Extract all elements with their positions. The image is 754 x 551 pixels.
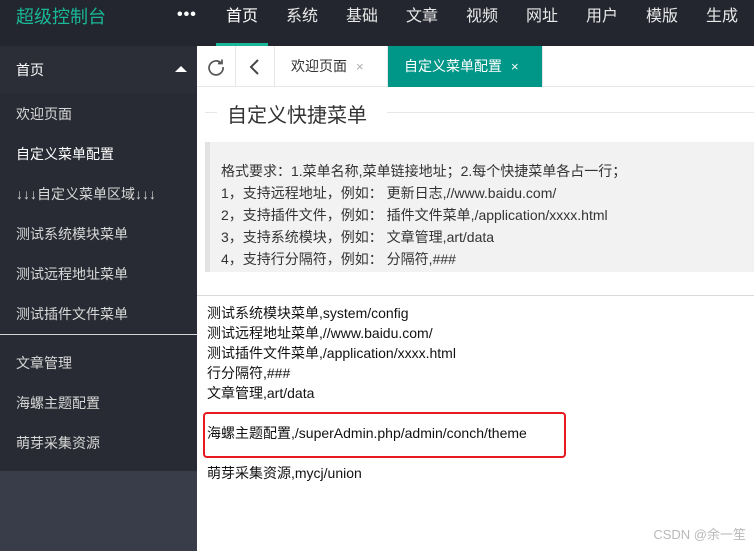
sidebar-item-test-remote[interactable]: 测试远程地址菜单 xyxy=(0,254,197,294)
top-nav: 首页 系统 基础 文章 视频 网址 用户 模版 生成 xyxy=(212,0,752,46)
title-divider-right xyxy=(387,112,754,113)
sidebar-item-mycj[interactable]: 萌芽采集资源 xyxy=(0,423,197,463)
sidebar-item-conch-theme[interactable]: 海螺主题配置 xyxy=(0,383,197,423)
top-nav-item-video[interactable]: 视频 xyxy=(452,0,512,46)
sidebar-header[interactable]: 首页 xyxy=(0,46,197,94)
tab-welcome-label: 欢迎页面 xyxy=(291,58,347,74)
chevron-left-icon xyxy=(249,58,259,75)
sidebar-item-custom-area[interactable]: ↓↓↓自定义菜单区域↓↓↓ xyxy=(0,174,197,214)
editor-line: 测试系统模块菜单,system/config xyxy=(207,305,409,321)
back-button[interactable] xyxy=(236,46,275,87)
top-nav-item-generate[interactable]: 生成 xyxy=(692,0,752,46)
help-line: 4，支持行分隔符，例如： 分隔符,### xyxy=(221,251,456,267)
sidebar-group-custom: 文章管理 海螺主题配置 萌芽采集资源 xyxy=(0,335,197,471)
top-bar: 超级控制台 ••• 首页 系统 基础 文章 视频 网址 用户 模版 生成 xyxy=(0,0,754,46)
sidebar-divider xyxy=(0,334,197,335)
more-icon[interactable]: ••• xyxy=(177,6,197,24)
tab-welcome[interactable]: 欢迎页面 × xyxy=(275,46,388,87)
top-nav-item-home[interactable]: 首页 xyxy=(212,0,272,46)
editor-line: 测试插件文件菜单,/application/xxxx.html xyxy=(207,345,456,361)
editor-line: 行分隔符,### xyxy=(207,365,291,381)
watermark: CSDN @余一笙 xyxy=(653,527,746,542)
sidebar-header-label: 首页 xyxy=(16,62,44,78)
caret-up-icon xyxy=(175,66,187,72)
sidebar-item-article-manage[interactable]: 文章管理 xyxy=(0,343,197,383)
top-nav-item-basic[interactable]: 基础 xyxy=(332,0,392,46)
tabs-bar: 欢迎页面 × 自定义菜单配置 × xyxy=(197,46,754,87)
top-nav-item-article[interactable]: 文章 xyxy=(392,0,452,46)
editor-line: 文章管理,art/data xyxy=(207,385,315,401)
editor-line: 测试远程地址菜单,//www.baidu.com/ xyxy=(207,325,433,341)
top-nav-item-url[interactable]: 网址 xyxy=(512,0,572,46)
page-title: 自定义快捷菜单 xyxy=(227,105,367,127)
editor-line: 萌芽采集资源,mycj/union xyxy=(207,465,362,481)
help-line: 3，支持系统模块，例如： 文章管理,art/data xyxy=(221,229,495,245)
top-nav-item-template[interactable]: 模版 xyxy=(632,0,692,46)
format-help-box: 格式要求：1.菜单名称,菜单链接地址；2.每个快捷菜单各占一行； 1，支持远程地… xyxy=(205,142,754,272)
tab-custom-menu[interactable]: 自定义菜单配置 × xyxy=(388,46,543,87)
title-divider-left xyxy=(205,112,217,113)
sidebar-item-custom-menu[interactable]: 自定义菜单配置 xyxy=(0,134,197,174)
refresh-icon xyxy=(208,59,224,76)
close-icon[interactable]: × xyxy=(511,59,519,74)
help-line: 格式要求：1.菜单名称,菜单链接地址；2.每个快捷菜单各占一行； xyxy=(221,163,627,179)
top-nav-item-user[interactable]: 用户 xyxy=(572,0,632,46)
main-content: 自定义快捷菜单 格式要求：1.菜单名称,菜单链接地址；2.每个快捷菜单各占一行；… xyxy=(197,87,754,551)
tab-custom-menu-label: 自定义菜单配置 xyxy=(404,58,502,74)
sidebar: 首页 欢迎页面 自定义菜单配置 ↓↓↓自定义菜单区域↓↓↓ 测试系统模块菜单 测… xyxy=(0,46,197,551)
sidebar-item-test-system[interactable]: 测试系统模块菜单 xyxy=(0,214,197,254)
help-line: 2，支持插件文件，例如： 插件文件菜单,/application/xxxx.ht… xyxy=(221,207,608,223)
sidebar-item-test-plugin[interactable]: 测试插件文件菜单 xyxy=(0,294,197,334)
sidebar-group-home: 欢迎页面 自定义菜单配置 ↓↓↓自定义菜单区域↓↓↓ 测试系统模块菜单 测试远程… xyxy=(0,94,197,334)
sidebar-item-welcome[interactable]: 欢迎页面 xyxy=(0,94,197,134)
top-nav-item-system[interactable]: 系统 xyxy=(272,0,332,46)
help-line: 1，支持远程地址，例如： 更新日志,//www.baidu.com/ xyxy=(221,185,557,201)
app-logo[interactable]: 超级控制台 xyxy=(16,0,106,46)
refresh-button[interactable] xyxy=(197,46,236,87)
highlight-annotation xyxy=(203,412,566,458)
close-icon[interactable]: × xyxy=(356,59,364,74)
